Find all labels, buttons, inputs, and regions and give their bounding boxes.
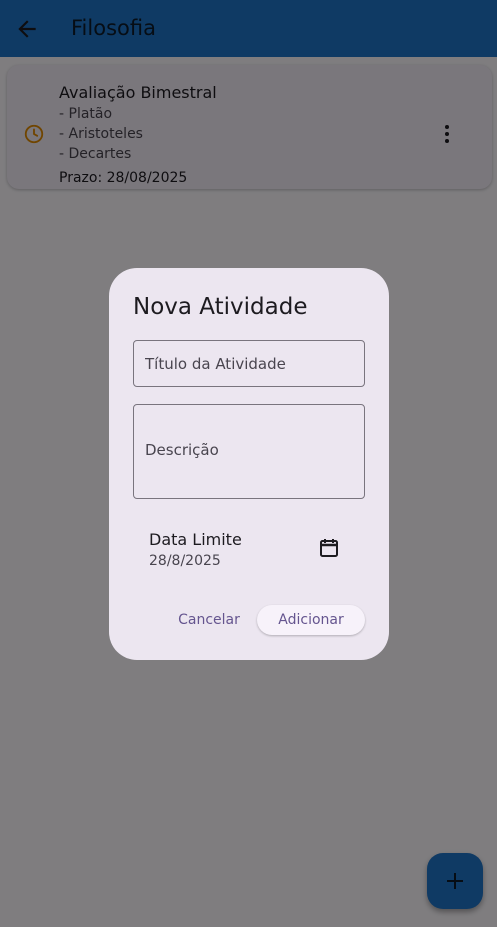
due-date-value: 28/8/2025 — [149, 553, 221, 569]
dialog-title: Nova Atividade — [133, 294, 308, 320]
calendar-icon[interactable] — [317, 536, 341, 560]
due-date-label: Data Limite — [149, 530, 242, 549]
cancel-button[interactable]: Cancelar — [169, 605, 249, 635]
add-button[interactable]: Adicionar — [257, 605, 365, 635]
activity-title-input[interactable] — [134, 341, 364, 386]
new-activity-dialog: Nova Atividade Data Limite 28/8/2025 Can… — [109, 268, 389, 660]
activity-title-field[interactable] — [133, 340, 365, 387]
activity-description-input[interactable] — [134, 405, 364, 498]
activity-description-field[interactable] — [133, 404, 365, 499]
